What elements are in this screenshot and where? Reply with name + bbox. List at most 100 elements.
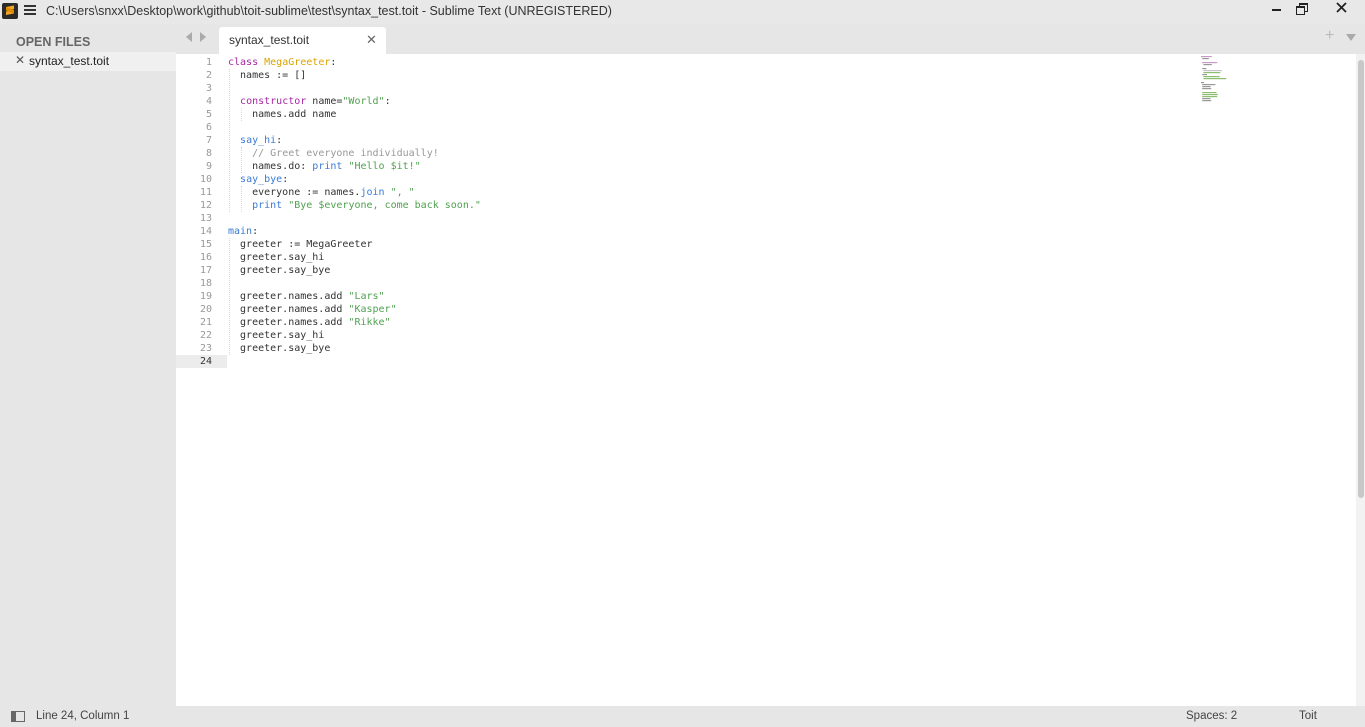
code-line[interactable]: names := [] (228, 69, 481, 82)
minimap-line (1203, 64, 1212, 66)
menu-icon[interactable] (24, 5, 36, 15)
code-line[interactable] (228, 277, 481, 290)
code-line[interactable]: greeter.say_hi (228, 251, 481, 264)
line-number: 21 (199, 317, 212, 328)
line-number: 8 (205, 148, 212, 159)
line-number: 3 (205, 83, 212, 94)
line-number: 18 (199, 278, 212, 289)
close-icon (1336, 2, 1347, 13)
minimap-line (1202, 88, 1212, 90)
line-number: 1 (205, 57, 212, 68)
code-line[interactable]: greeter.names.add "Lars" (228, 290, 481, 303)
code-line[interactable]: say_hi: (228, 134, 481, 147)
tab-close-icon[interactable]: ✕ (366, 32, 377, 48)
line-number: 14 (199, 226, 212, 237)
open-file-name: syntax_test.toit (29, 54, 110, 68)
minimap-line (1202, 98, 1211, 100)
code-line[interactable]: greeter.names.add "Rikke" (228, 316, 481, 329)
code-line[interactable]: say_bye: (228, 173, 481, 186)
code-line[interactable]: greeter.say_bye (228, 264, 481, 277)
line-number: 24 (199, 356, 212, 367)
minimap[interactable] (1201, 56, 1261, 116)
sidebar: OPEN FILES ✕ syntax_test.toit (0, 24, 176, 706)
line-number: 23 (199, 343, 212, 354)
line-number: 13 (199, 213, 212, 224)
code-line[interactable]: print "Bye $everyone, come back soon." (228, 199, 481, 212)
minimap-line (1202, 58, 1209, 60)
code-line[interactable]: names.do: print "Hello $it!" (228, 160, 481, 173)
code-content[interactable]: class MegaGreeter: names := [] construct… (228, 56, 481, 368)
line-number: 5 (205, 109, 212, 120)
vertical-scrollbar[interactable] (1356, 54, 1365, 706)
minimize-icon (1272, 9, 1281, 11)
line-number-gutter: 1 2 3 4 5 6 7 8 9 10 11 12 13 14 15 16 17 18 19 20 21 22 23 24 (176, 56, 212, 368)
minimap-line (1202, 92, 1217, 94)
code-line[interactable]: greeter.names.add "Kasper" (228, 303, 481, 316)
code-line[interactable] (228, 82, 481, 95)
minimap-line (1203, 76, 1220, 78)
minimap-line (1203, 70, 1222, 72)
window-title: C:\Users\snxx\Desktop\work\github\toit-s… (46, 4, 612, 18)
minimap-line (1201, 56, 1212, 58)
title-bar: C:\Users\snxx\Desktop\work\github\toit-s… (0, 0, 1365, 24)
line-number: 20 (199, 304, 212, 315)
line-number: 9 (205, 161, 212, 172)
new-tab-icon[interactable]: + (1325, 27, 1334, 45)
line-number: 16 (199, 252, 212, 263)
line-number: 6 (205, 122, 212, 133)
code-line[interactable]: main: (228, 225, 481, 238)
minimap-line (1202, 100, 1212, 102)
line-number: 10 (199, 174, 212, 185)
code-line[interactable]: greeter := MegaGreeter (228, 238, 481, 251)
line-number: 7 (205, 135, 212, 146)
code-line[interactable]: names.add name (228, 108, 481, 121)
open-file-item[interactable]: ✕ syntax_test.toit (0, 52, 176, 71)
code-line[interactable]: constructor name="World": (228, 95, 481, 108)
close-file-icon[interactable]: ✕ (15, 53, 25, 67)
close-window-button[interactable] (1322, 0, 1360, 16)
line-number: 15 (199, 239, 212, 250)
sublime-logo-icon[interactable] (2, 3, 18, 19)
tab-menu-chevron-icon[interactable] (1346, 34, 1356, 41)
tab-nav-right-icon[interactable] (200, 32, 206, 42)
line-number: 17 (199, 265, 212, 276)
code-line[interactable]: greeter.say_hi (228, 329, 481, 342)
minimize-button[interactable] (1264, 0, 1290, 16)
line-number: 12 (199, 200, 212, 211)
minimap-line (1202, 74, 1207, 76)
tab-syntax-test[interactable]: syntax_test.toit ✕ (219, 27, 386, 54)
code-line[interactable] (228, 212, 481, 225)
open-files-heading: OPEN FILES (16, 35, 91, 49)
minimap-line (1203, 78, 1227, 80)
minimap-line (1201, 82, 1204, 84)
minimap-line (1202, 84, 1216, 86)
indentation-setting[interactable]: Spaces: 2 (1186, 710, 1237, 722)
minimap-line (1203, 72, 1221, 74)
line-number: 22 (199, 330, 212, 341)
tab-bar: syntax_test.toit ✕ + (176, 24, 1365, 54)
tab-label: syntax_test.toit (229, 33, 310, 47)
panel-toggle-icon[interactable] (11, 711, 25, 722)
code-line[interactable]: class MegaGreeter: (228, 56, 481, 69)
code-line[interactable]: everyone := names.join ", " (228, 186, 481, 199)
restore-button[interactable] (1290, 0, 1316, 16)
line-number: 11 (199, 187, 212, 198)
minimap-line (1202, 86, 1211, 88)
line-number: 4 (205, 96, 212, 107)
line-number: 19 (199, 291, 212, 302)
tab-nav-left-icon[interactable] (186, 32, 192, 42)
minimap-line (1202, 94, 1218, 96)
minimap-line (1202, 96, 1218, 98)
syntax-selector[interactable]: Toit (1299, 710, 1317, 722)
status-bar: Line 24, Column 1 Spaces: 2 Toit (0, 706, 1365, 727)
code-line[interactable] (228, 355, 481, 368)
minimap-line (1202, 68, 1207, 70)
cursor-position: Line 24, Column 1 (36, 710, 130, 722)
code-line[interactable]: // Greet everyone individually! (228, 147, 481, 160)
editor-area[interactable]: 1 2 3 4 5 6 7 8 9 10 11 12 13 14 15 16 17 18 19 20 21 22 23 24 … (176, 54, 1365, 706)
scrollbar-thumb[interactable] (1358, 60, 1364, 498)
line-number: 2 (205, 70, 212, 81)
code-line[interactable] (228, 121, 481, 134)
code-line[interactable]: greeter.say_bye (228, 342, 481, 355)
minimap-line (1202, 62, 1218, 64)
